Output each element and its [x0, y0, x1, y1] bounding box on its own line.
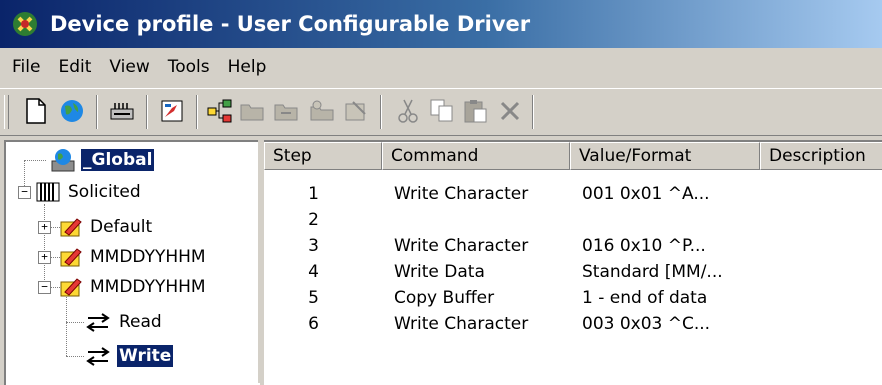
tree-label-solicited: Solicited [68, 182, 141, 202]
tree-connector [66, 322, 84, 323]
cut-icon[interactable] [392, 95, 424, 127]
message-icon [59, 216, 83, 238]
table-row[interactable]: 3 Write Character 016 0x10 ^P... [264, 233, 882, 258]
step-cell: 3 [308, 235, 319, 256]
profile-tree[interactable]: _Global − Solicited + Default + MMDDYYHH… [4, 140, 260, 385]
tree-label-write: Write [117, 345, 174, 367]
menu-bar: File Edit View Tools Help [0, 50, 882, 84]
value-cell: 016 0x10 ^P... [582, 235, 706, 256]
menu-tools[interactable]: Tools [159, 57, 219, 77]
list-header: Step Command Value/Format Description [264, 142, 882, 172]
tree-item-solicited[interactable]: − Solicited [18, 178, 143, 206]
command-cell: Write Character [394, 183, 529, 204]
command-cell: Write Character [394, 313, 529, 334]
value-cell: Standard [MM/... [582, 261, 723, 282]
edit-icon[interactable] [156, 95, 188, 127]
value-cell: 003 0x03 ^C... [582, 313, 711, 334]
tree-item-default[interactable]: + Default [38, 213, 154, 241]
step-cell: 6 [308, 313, 319, 334]
window-title: Device profile - User Configurable Drive… [50, 12, 531, 36]
menu-help[interactable]: Help [219, 57, 276, 77]
command-cell: Copy Buffer [394, 287, 495, 308]
message-icon [59, 276, 83, 298]
tree-item-read[interactable]: Read [84, 308, 164, 336]
value-cell: 001 0x01 ^A... [582, 183, 710, 204]
column-header-command[interactable]: Command [382, 142, 570, 170]
folder-icon[interactable] [236, 95, 268, 127]
step-cell: 2 [308, 209, 319, 230]
tree-label-global: _Global [81, 149, 155, 171]
column-header-step[interactable]: Step [264, 142, 382, 170]
solicited-icon [35, 181, 61, 203]
command-cell: Write Data [394, 261, 485, 282]
step-cell: 1 [308, 183, 319, 204]
step-cell: 4 [308, 261, 319, 282]
message-icon [59, 246, 83, 268]
collapse-toggle[interactable]: − [18, 185, 31, 199]
properties-icon[interactable] [340, 95, 372, 127]
exchange-arrows-icon [84, 346, 112, 366]
table-row[interactable]: 2 [264, 207, 882, 232]
column-header-value[interactable]: Value/Format [570, 142, 760, 170]
exchange-arrows-icon [84, 312, 112, 332]
delete-icon[interactable] [494, 95, 526, 127]
tree-label-read: Read [119, 312, 162, 332]
column-header-description[interactable]: Description [760, 142, 882, 170]
tree-connector [66, 356, 84, 357]
collapse-toggle[interactable]: − [38, 280, 51, 294]
hierarchy-icon[interactable] [204, 95, 236, 127]
new-icon[interactable] [20, 95, 52, 127]
menu-file[interactable]: File [0, 57, 49, 77]
tree-connector [24, 160, 46, 161]
paste-icon[interactable] [460, 95, 492, 127]
command-cell: Write Character [394, 235, 529, 256]
global-device-icon [50, 147, 76, 173]
tree-label-mmdd-1: MMDDYYHHM [90, 247, 206, 267]
tree-connector [66, 294, 67, 356]
tree-item-global[interactable]: _Global [46, 146, 155, 174]
menu-edit[interactable]: Edit [49, 57, 100, 77]
table-row[interactable]: 1 Write Character 001 0x01 ^A... [264, 181, 882, 206]
step-list[interactable]: Step Command Value/Format Description 1 … [264, 140, 882, 385]
app-window: Device profile - User Configurable Drive… [0, 0, 882, 385]
tree-label-default: Default [90, 217, 153, 237]
expand-toggle[interactable]: + [38, 220, 51, 234]
table-row[interactable]: 5 Copy Buffer 1 - end of data [264, 285, 882, 310]
toolbar-grip[interactable] [4, 95, 9, 129]
tree-label-mmdd-2: MMDDYYHHM [90, 277, 206, 297]
table-row[interactable]: 4 Write Data Standard [MM/... [264, 259, 882, 284]
app-icon [13, 12, 37, 36]
globe-icon[interactable] [56, 95, 88, 127]
step-cell: 5 [308, 287, 319, 308]
title-bar[interactable]: Device profile - User Configurable Drive… [0, 0, 882, 48]
folder2-icon[interactable] [270, 95, 302, 127]
device-icon[interactable] [106, 95, 138, 127]
tree-item-write[interactable]: Write [84, 342, 174, 370]
folder3-icon[interactable] [306, 95, 338, 127]
copy-icon[interactable] [426, 95, 458, 127]
menu-view[interactable]: View [100, 57, 158, 77]
table-row[interactable]: 6 Write Character 003 0x03 ^C... [264, 311, 882, 336]
value-cell: 1 - end of data [582, 287, 708, 308]
toolbar [0, 88, 882, 136]
tree-item-mmdd-1[interactable]: + MMDDYYHHM [38, 243, 208, 271]
expand-toggle[interactable]: + [38, 250, 51, 264]
tree-item-mmdd-2[interactable]: − MMDDYYHHM [38, 273, 208, 301]
